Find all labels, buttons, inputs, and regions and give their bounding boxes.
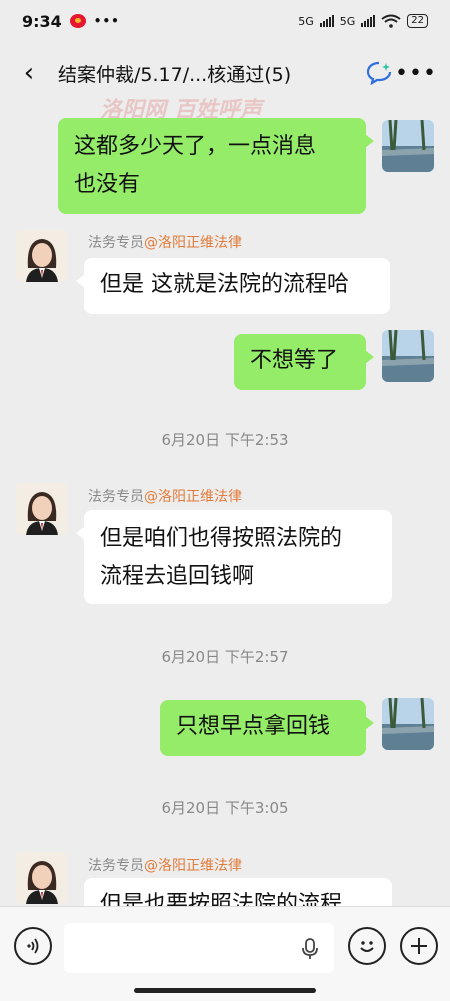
microphone-icon[interactable] bbox=[300, 937, 320, 961]
network-type-2: 5G bbox=[339, 14, 356, 28]
input-bar bbox=[0, 906, 450, 1001]
status-bar: 9:34 ••• 5G 5G 22 bbox=[0, 0, 450, 42]
voice-toggle-button[interactable] bbox=[14, 927, 52, 965]
battery-icon: 22 bbox=[407, 14, 428, 28]
sender-name: 法务专员@洛阳正维法律 bbox=[88, 858, 242, 874]
message-text-line: 流程去追回钱啊 bbox=[100, 564, 255, 589]
message-text-line: 这都多少天了，一点消息 bbox=[74, 134, 317, 159]
my-avatar[interactable] bbox=[382, 330, 434, 382]
sender-name: 法务专员@洛阳正维法律 bbox=[88, 235, 242, 251]
message-bubble-incoming[interactable]: 但是 这就是法院的流程哈 bbox=[76, 258, 390, 314]
signal-icon-2 bbox=[361, 15, 376, 27]
message-bubble-outgoing[interactable]: 不想等了 bbox=[234, 334, 374, 390]
message-input[interactable] bbox=[64, 923, 334, 973]
emoji-icon bbox=[360, 941, 374, 952]
voice-icon bbox=[27, 938, 39, 954]
add-attachment-button[interactable] bbox=[400, 927, 438, 965]
emoji-button[interactable] bbox=[348, 927, 386, 965]
message-timestamp: 6月20日 下午2:53 bbox=[161, 431, 289, 449]
wifi-icon bbox=[381, 14, 401, 28]
message-bubble-outgoing[interactable]: 只想早点拿回钱 bbox=[160, 700, 374, 756]
more-notifications-icon: ••• bbox=[93, 14, 120, 28]
back-button[interactable]: ‹ bbox=[12, 58, 46, 88]
message-text-line: 但是 这就是法院的流程哈 bbox=[100, 272, 349, 297]
home-indicator[interactable] bbox=[134, 988, 316, 993]
message-text-line: 只想早点拿回钱 bbox=[176, 714, 331, 739]
clock: 9:34 bbox=[22, 11, 62, 31]
message-timestamp: 6月20日 下午2:57 bbox=[161, 648, 289, 666]
chat-header: ‹ 结案仲裁/5.17/...核通过(5) ••• bbox=[0, 44, 450, 102]
signal-icon-1 bbox=[319, 15, 334, 27]
plus-icon bbox=[411, 938, 427, 954]
message-text-line: 也没有 bbox=[74, 172, 141, 197]
message-text-line: 但是咱们也得按照法院的 bbox=[100, 526, 343, 551]
contact-avatar[interactable] bbox=[16, 230, 68, 282]
more-options-button[interactable]: ••• bbox=[394, 61, 438, 86]
contact-avatar[interactable] bbox=[16, 483, 68, 535]
message-text-line: 不想等了 bbox=[250, 348, 339, 373]
my-avatar[interactable] bbox=[382, 698, 434, 750]
message-timestamp: 6月20日 下午3:05 bbox=[161, 799, 289, 817]
message-bubble-incoming[interactable]: 但是咱们也得按照法院的 流程去追回钱啊 bbox=[76, 510, 392, 604]
my-avatar[interactable] bbox=[382, 120, 434, 172]
weibo-icon bbox=[69, 14, 86, 28]
contact-avatar[interactable] bbox=[16, 852, 68, 904]
chat-title[interactable]: 结案仲裁/5.17/...核通过(5) bbox=[58, 60, 364, 87]
network-type-1: 5G bbox=[298, 14, 314, 28]
message-bubble-outgoing[interactable]: 这都多少天了，一点消息 也没有 bbox=[58, 118, 374, 214]
chat-assistant-icon[interactable] bbox=[364, 58, 394, 88]
sender-name: 法务专员@洛阳正维法律 bbox=[88, 489, 242, 505]
